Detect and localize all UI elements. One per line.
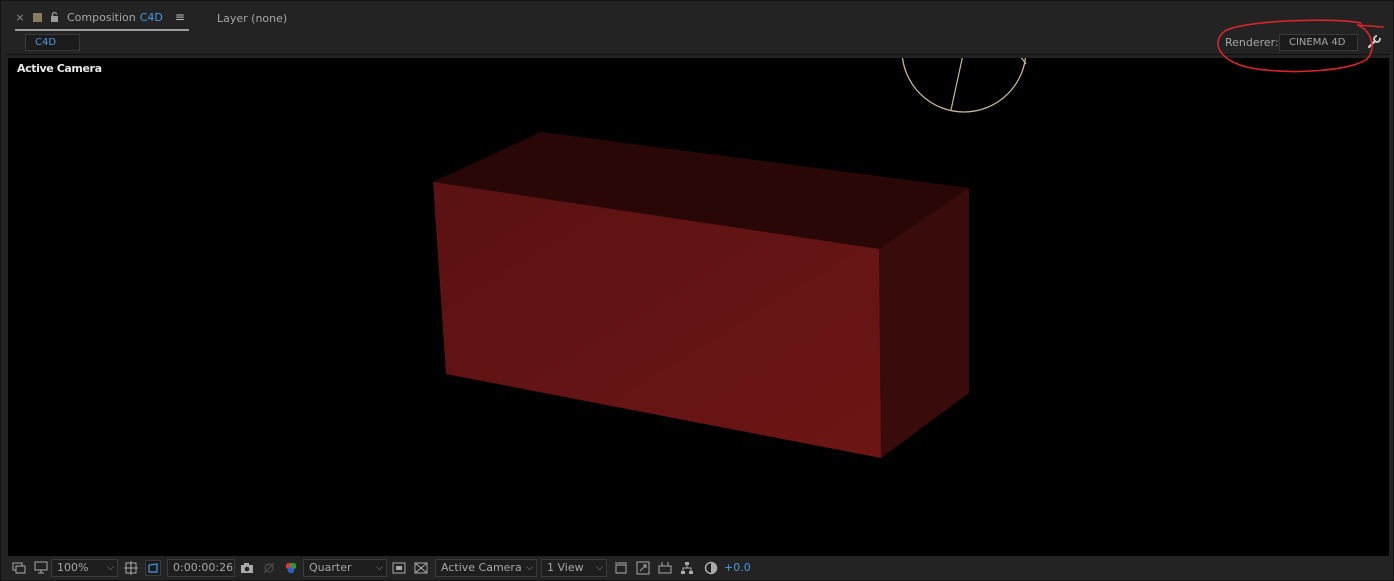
renderer-label: Renderer:: [1225, 36, 1279, 49]
chevron-down-icon: ⌵: [596, 563, 603, 573]
panel-tab-bar: × Composition C4D ≡ Layer (none): [7, 5, 1389, 31]
tab-layer-label: Layer (none): [217, 11, 288, 25]
view-layout-value: 1 View: [547, 561, 584, 574]
resolution-select[interactable]: Quarter ⌵: [303, 559, 387, 577]
color-channels-icon[interactable]: [283, 560, 299, 576]
fast-previews-icon[interactable]: [635, 560, 651, 576]
timecode: 0:00:00:26: [173, 561, 234, 574]
close-icon[interactable]: ×: [15, 11, 25, 24]
view-layout-select[interactable]: 1 View ⌵: [541, 559, 607, 577]
flowchart-icon[interactable]: [679, 560, 695, 576]
magnification-value: 100%: [57, 561, 89, 574]
snapshot-camera-icon[interactable]: [239, 560, 255, 576]
label-color-swatch-icon[interactable]: [33, 12, 42, 22]
mask-visibility-icon[interactable]: [145, 560, 161, 576]
composition-viewer[interactable]: Active Camera: [8, 58, 1389, 556]
renderer-options-icon[interactable]: [1365, 33, 1383, 51]
viewer-toolbar: 100% ⌵ 0:00:00:26 Quarter ⌵ Active Camer…: [7, 557, 1389, 579]
chevron-down-icon: ⌵: [376, 563, 383, 573]
camera-view-select[interactable]: Active Camera ⌵: [435, 559, 537, 577]
resolution-value: Quarter: [309, 561, 352, 574]
current-time-field[interactable]: 0:00:00:26: [167, 559, 235, 577]
tab-layer[interactable]: Layer (none): [217, 5, 287, 31]
composition-name: C4D: [139, 10, 163, 24]
timeline-icon[interactable]: [657, 560, 673, 576]
composition-panel: × Composition C4D ≡ Layer (none) C4D Ren…: [0, 0, 1394, 581]
light-gizmo[interactable]: [901, 58, 1027, 113]
chevron-down-icon: ⌵: [107, 563, 114, 573]
tab-composition-label: Composition: [67, 10, 136, 24]
renderer-value[interactable]: CINEMA 4D: [1279, 34, 1358, 51]
3d-scene: [433, 58, 1027, 458]
camera-view-value: Active Camera: [441, 561, 522, 574]
view-label: Active Camera: [17, 62, 102, 75]
magnification-select[interactable]: 100% ⌵: [51, 559, 118, 577]
transparency-grid-icon[interactable]: [413, 560, 429, 576]
chevron-down-icon: ⌵: [526, 563, 533, 573]
grid-guides-icon[interactable]: [123, 560, 139, 576]
composition-navigator-row: C4D Renderer: CINEMA 4D: [7, 31, 1389, 55]
always-preview-icon[interactable]: [11, 560, 27, 576]
tab-composition[interactable]: × Composition C4D ≡: [15, 5, 189, 31]
exposure-value[interactable]: +0.0: [724, 561, 751, 574]
panel-menu-icon[interactable]: ≡: [175, 10, 185, 24]
composition-breadcrumb[interactable]: C4D: [25, 34, 80, 51]
monitor-icon[interactable]: [33, 560, 49, 576]
show-snapshot-icon[interactable]: [261, 560, 277, 576]
reset-exposure-icon[interactable]: [703, 560, 719, 576]
region-of-interest-icon[interactable]: [391, 560, 407, 576]
lock-icon[interactable]: [50, 12, 59, 22]
toggle-pixel-aspect-icon[interactable]: [613, 560, 629, 576]
